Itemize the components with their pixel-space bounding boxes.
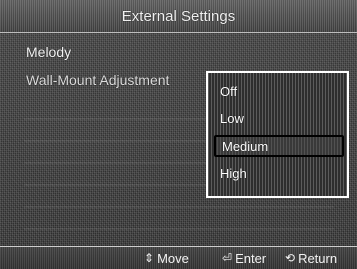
move-hint: ⇕ Move <box>144 251 189 266</box>
return-icon: ⟲ <box>285 251 296 265</box>
move-label: Move <box>157 251 189 266</box>
enter-icon: ⏎ <box>222 251 233 265</box>
tv-screen: External Settings Melody Wall-Mount Adju… <box>0 0 357 269</box>
dropdown-option-medium[interactable]: Medium <box>214 135 344 157</box>
return-hint: ⟲ Return <box>285 251 337 266</box>
menu-item-melody[interactable]: Melody <box>26 44 71 60</box>
up-down-arrow-icon: ⇕ <box>144 251 155 265</box>
melody-dropdown[interactable]: Off Low Medium High <box>206 71 349 198</box>
menu-item-wall-mount-adjustment[interactable]: Wall-Mount Adjustment <box>26 72 169 88</box>
settings-panel: Melody Wall-Mount Adjustment Off Low Med… <box>16 40 349 250</box>
page-title-text: External Settings <box>121 7 236 25</box>
enter-label: Enter <box>235 251 267 266</box>
dropdown-option-low[interactable]: Low <box>214 109 344 131</box>
bottom-help-bar: ⇕ Move ⏎ Enter ⟲ Return <box>0 246 357 269</box>
return-label: Return <box>298 251 338 266</box>
dropdown-option-off[interactable]: Off <box>214 82 344 104</box>
dropdown-option-high[interactable]: High <box>214 164 344 186</box>
page-title: External Settings <box>0 0 357 33</box>
enter-hint: ⏎ Enter <box>222 251 266 266</box>
